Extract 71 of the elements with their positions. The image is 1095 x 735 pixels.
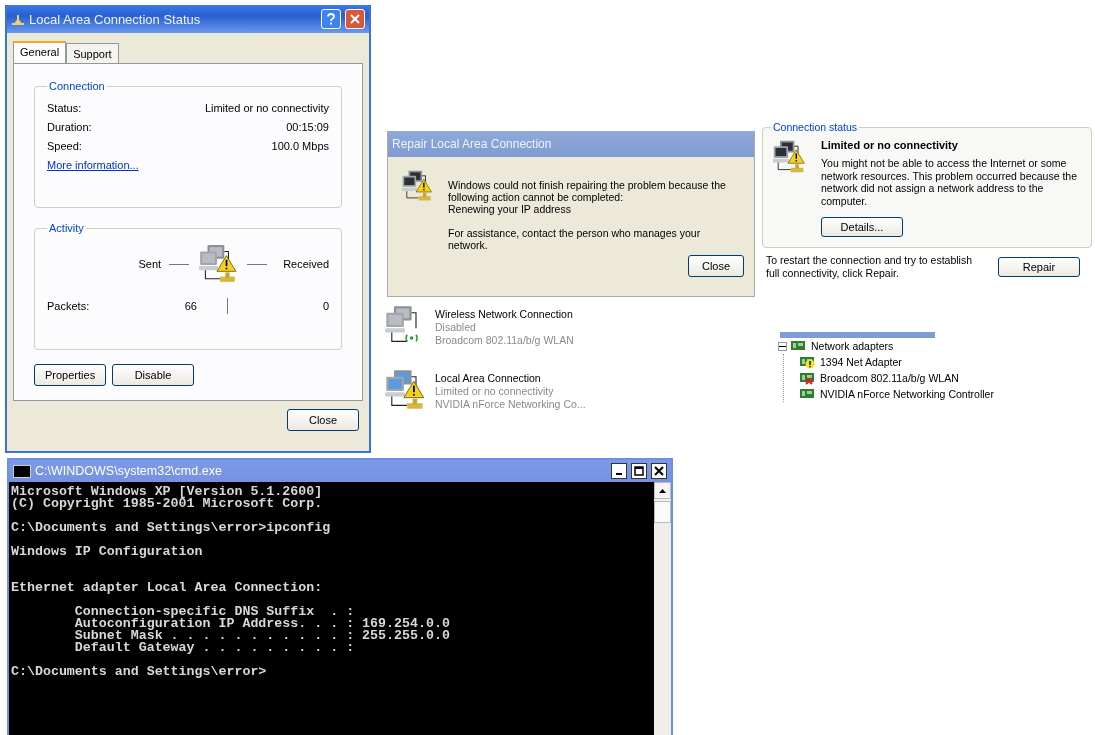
console-icon (13, 464, 31, 478)
group-label: Activity (48, 222, 85, 234)
network-warning-icon (400, 169, 434, 203)
console-line: C:\Documents and Settings\error>ipconfig (11, 520, 331, 535)
minimize-button[interactable] (611, 463, 627, 479)
tab[interactable]: General (13, 41, 67, 63)
field-value: 100.0 Mbps (271, 139, 329, 152)
network-warning-icon (771, 139, 807, 175)
close-button[interactable]: Close (688, 255, 744, 277)
tab[interactable]: Support (66, 43, 119, 63)
connection-name[interactable]: Wireless Network Connection (435, 308, 574, 321)
sent-count: 66 (184, 300, 197, 312)
status-description: You might not be able to access the Internet or some network resources. This problem occurred because the network did not assign a network address to the computer. (821, 157, 1078, 208)
packets-label: Packets: (47, 300, 91, 312)
console-line: Ethernet adapter Local Area Connection: (11, 580, 323, 595)
received-label: Received (283, 258, 329, 270)
more-information-link[interactable]: More information... (47, 158, 139, 171)
properties-button[interactable]: Properties (34, 364, 106, 386)
repair-button[interactable]: Repair (998, 256, 1080, 277)
field-label: Speed: (47, 139, 82, 152)
connection-device: Broadcom 802.11a/b/g WLAN (435, 334, 574, 347)
connection-status: Limited or no connectivity (435, 385, 555, 398)
up-arrow-icon (659, 488, 666, 493)
scroll-up-button[interactable] (654, 482, 671, 499)
tree-item[interactable]: NVIDIA nForce Networking Controller (820, 388, 994, 400)
status-heading: Limited or no connectivity (821, 139, 959, 151)
assistance-text: For assistance, contact the person who manages your network. (448, 227, 702, 251)
connection-status: Disabled (435, 321, 477, 334)
field-value: 00:15:09 (286, 120, 329, 133)
window-title: Repair Local Area Connection (392, 137, 553, 151)
adapter-disabled-icon (800, 371, 816, 385)
console-line: Connection-specific DNS Suffix . : (73, 604, 355, 619)
group-label: Connection (48, 80, 106, 92)
window-title: C:\WINDOWS\system32\cmd.exe (35, 464, 223, 478)
close-icon (350, 14, 360, 24)
network-computers-icon (197, 243, 240, 285)
network-card-icon (791, 339, 807, 353)
repair-hint: To restart the connection and try to establish full connectivity, click Repair. (766, 254, 974, 280)
network-warning-icon (383, 368, 427, 412)
maximize-button[interactable] (631, 463, 647, 479)
field-label: Status: (47, 101, 82, 114)
field-label: Duration: (47, 120, 92, 133)
tree-item[interactable]: 1394 Net Adapter (820, 356, 902, 368)
close-button[interactable] (651, 463, 667, 479)
scroll-thumb[interactable] (654, 501, 671, 523)
console-line: Windows IP Configuration (11, 544, 203, 559)
close-icon (654, 466, 664, 476)
maximize-icon (634, 466, 644, 476)
tree-item[interactable]: Network adapters (811, 340, 894, 352)
help-button[interactable] (321, 9, 341, 29)
connection-device: NVIDIA nForce Networking Co... (435, 398, 586, 411)
tree-item[interactable]: Broadcom 802.11a/b/g WLAN (820, 372, 959, 384)
collapse-toggle[interactable] (778, 341, 787, 351)
adapter-warning-icon (800, 355, 816, 369)
group-label: Connection status (772, 121, 859, 133)
help-icon (327, 13, 335, 25)
message-text: Windows could not finish repairing the problem because the following action cannot be completed: Renewing your IP address (448, 179, 727, 215)
console-line: C:\Documents and Settings\error> (11, 664, 267, 679)
console-line: Default Gateway . . . . . . . . . : (73, 640, 355, 655)
connection-name[interactable]: Local Area Connection (435, 372, 586, 385)
scrollbar[interactable] (654, 482, 671, 735)
disable-button[interactable]: Disable (112, 364, 194, 386)
close-button[interactable]: Close (287, 409, 359, 431)
received-count: 0 (322, 300, 329, 312)
sent-label: Sent (138, 258, 162, 270)
field-value: Limited or no connectivity (204, 101, 329, 114)
window-title: Local Area Connection Status (29, 11, 202, 27)
console-line: Microsoft Windows XP [Version 5.1.2600] (11, 484, 323, 499)
network-card-icon (800, 387, 816, 401)
network-plug-icon (11, 12, 25, 26)
details-button[interactable]: Details... (821, 217, 903, 238)
